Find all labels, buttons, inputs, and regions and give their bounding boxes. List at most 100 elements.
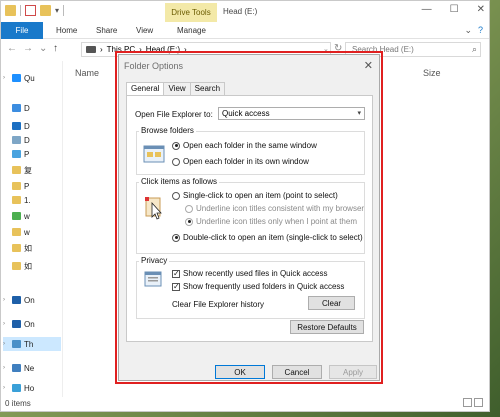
download-icon	[12, 122, 21, 130]
folder-icon	[12, 228, 21, 236]
checkbox[interactable]: ✓	[172, 269, 180, 278]
sidebar-item[interactable]: › Ho	[3, 381, 34, 395]
chevron-right-icon[interactable]: ›	[3, 75, 9, 81]
back-arrow-icon[interactable]: ←	[7, 43, 17, 54]
sidebar-item-label: 复	[24, 165, 32, 175]
sidebar-item-label: 如	[24, 261, 32, 271]
tab-manage[interactable]: Manage	[177, 26, 206, 35]
open-explorer-select[interactable]: Quick access ▾	[218, 107, 365, 120]
dialog-tabs: General View Search	[126, 82, 226, 96]
sidebar-item[interactable]: › On	[3, 293, 35, 307]
minimize-button[interactable]: —	[422, 4, 432, 15]
up-arrow-icon[interactable]: ↑	[53, 43, 58, 54]
sidebar-item[interactable]: w	[3, 225, 30, 239]
status-bar-item-count: 0 items	[5, 399, 31, 408]
sidebar-item-label: w	[24, 211, 30, 221]
sidebar-item[interactable]: › Ne	[3, 361, 34, 375]
folder-icon	[12, 212, 21, 220]
column-header-name[interactable]: Name	[75, 68, 99, 78]
chevron-right-icon[interactable]: ›	[3, 341, 9, 347]
customize-toolbar-icon[interactable]: ▾	[55, 6, 59, 15]
properties-icon[interactable]	[25, 5, 36, 16]
tab-view[interactable]: View	[163, 82, 191, 95]
sidebar-item[interactable]: D	[3, 133, 30, 147]
chevron-right-icon[interactable]: ›	[3, 321, 9, 327]
radio-button[interactable]	[172, 141, 180, 150]
checkbox[interactable]: ✓	[172, 282, 180, 291]
sidebar-item[interactable]: 1.	[3, 193, 31, 207]
sidebar-item[interactable]: 复	[3, 163, 32, 177]
breadcrumb-separator: ›	[100, 45, 103, 54]
drive-icon	[86, 46, 96, 53]
radio-double-click[interactable]: Double-click to open an item (single-cli…	[172, 233, 363, 242]
restore-defaults-button[interactable]: Restore Defaults	[290, 320, 364, 334]
large-icons-view-icon[interactable]	[474, 398, 483, 407]
dialog-close-icon[interactable]: ✕	[364, 59, 373, 72]
radio-own-window[interactable]: Open each folder in its own window	[172, 157, 309, 166]
sidebar-item-label: 如	[24, 243, 32, 253]
folder-icon	[12, 182, 21, 190]
sidebar-item-label: Ho	[24, 383, 35, 393]
radio-underline-consistent-label: Underline icon titles consistent with my…	[196, 204, 365, 213]
sidebar-item-label: D	[24, 135, 30, 145]
checkbox-recent-files-label: Show recently used files in Quick access	[183, 269, 328, 278]
tab-view[interactable]: View	[136, 26, 153, 35]
close-button[interactable]: ✕	[477, 4, 485, 15]
radio-underline-consistent[interactable]: Underline icon titles consistent with my…	[185, 204, 364, 213]
tab-search[interactable]: Search	[189, 82, 226, 95]
radio-underline-point[interactable]: Underline icon titles only when I point …	[185, 217, 357, 226]
click-items-picture	[145, 197, 162, 220]
sidebar-item[interactable]: 如	[3, 259, 32, 273]
checkbox-frequent-folders[interactable]: ✓ Show frequently used folders in Quick …	[172, 282, 344, 291]
radio-button[interactable]	[185, 204, 193, 213]
sidebar-item-label: D	[24, 121, 30, 131]
sidebar-item[interactable]: P	[3, 147, 29, 161]
expand-ribbon-icon[interactable]: ⌄	[464, 25, 472, 36]
checkbox-frequent-folders-label: Show frequently used folders in Quick ac…	[183, 282, 345, 291]
radio-single-click[interactable]: Single-click to open an item (point to s…	[172, 191, 338, 200]
tab-file[interactable]: File	[1, 22, 43, 39]
ok-button[interactable]: OK	[215, 365, 265, 379]
new-folder-icon[interactable]	[40, 5, 51, 16]
column-header-size[interactable]: Size	[423, 68, 441, 78]
tab-home[interactable]: Home	[56, 26, 77, 35]
checkbox-recent-files[interactable]: ✓ Show recently used files in Quick acce…	[172, 269, 328, 278]
radio-button[interactable]	[185, 217, 193, 226]
details-view-icon[interactable]	[463, 398, 472, 407]
chevron-right-icon[interactable]: ›	[3, 385, 9, 391]
navigation-pane: › Qu D D D P 复 P 1. w w 如如 › On › On › Th › Ne › Ho	[1, 61, 63, 397]
sidebar-item-label: D	[24, 103, 30, 113]
folder-icon[interactable]	[5, 5, 16, 16]
cancel-button[interactable]: Cancel	[272, 365, 322, 379]
radio-same-window[interactable]: Open each folder in the same window	[172, 141, 317, 150]
sidebar-item-label: On	[24, 319, 35, 329]
open-explorer-label: Open File Explorer to:	[135, 110, 213, 119]
chevron-right-icon[interactable]: ›	[3, 297, 9, 303]
sidebar-item[interactable]: P	[3, 179, 29, 193]
recent-locations-icon[interactable]: ⌄	[39, 43, 47, 54]
sidebar-item[interactable]: D	[3, 101, 30, 115]
chevron-right-icon[interactable]: ›	[3, 365, 9, 371]
sidebar-item-label: P	[24, 181, 30, 191]
apply-button[interactable]: Apply	[329, 365, 377, 379]
forward-arrow-icon[interactable]: →	[23, 43, 33, 54]
sidebar-item[interactable]: D	[3, 119, 30, 133]
sidebar-item[interactable]: › Qu	[3, 71, 35, 85]
maximize-button[interactable]: ☐	[450, 4, 459, 15]
sidebar-item[interactable]: › Th	[3, 337, 61, 351]
radio-button[interactable]	[172, 157, 180, 166]
help-icon[interactable]: ?	[478, 25, 483, 36]
divider	[20, 5, 21, 16]
window-controls: — ☐ ✕	[422, 4, 485, 15]
sidebar-item[interactable]: › On	[3, 317, 35, 331]
tab-share[interactable]: Share	[96, 26, 117, 35]
radio-own-window-label: Open each folder in its own window	[183, 157, 309, 166]
network-icon	[12, 364, 21, 372]
tab-general[interactable]: General	[126, 82, 165, 96]
sidebar-item[interactable]: 如	[3, 241, 32, 255]
clear-history-button[interactable]: Clear	[308, 296, 355, 310]
title-bar: ▾ Drive Tools Head (E:) — ☐ ✕	[1, 1, 489, 22]
radio-button[interactable]	[172, 233, 180, 242]
sidebar-item[interactable]: w	[3, 209, 30, 223]
radio-button[interactable]	[172, 191, 180, 200]
